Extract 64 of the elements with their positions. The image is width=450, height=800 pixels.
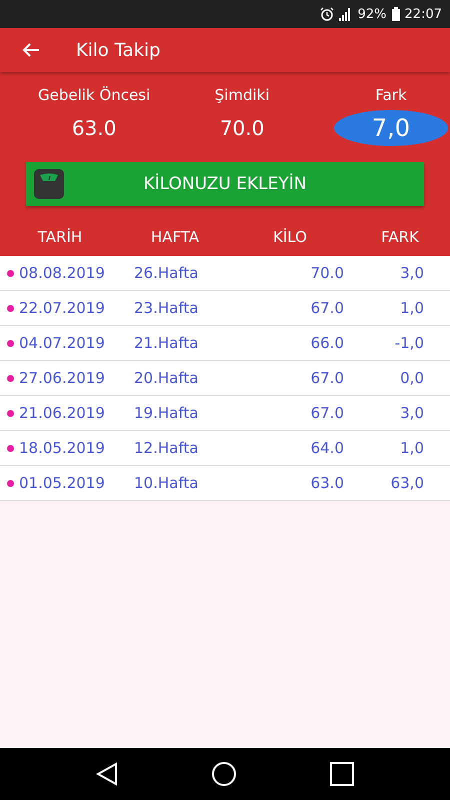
difference-cell-text: 0,0 <box>399 369 424 387</box>
week-cell-text: 19.Hafta <box>134 404 200 422</box>
difference-cell-text: 3,0 <box>399 404 424 422</box>
bullet-icon <box>7 270 14 276</box>
week-cell-text: 26.Hafta <box>134 264 200 282</box>
back-arrow-icon[interactable] <box>22 42 40 58</box>
difference-cell-text: 1,0 <box>399 439 424 457</box>
signal-icon <box>338 8 353 20</box>
battery-percent: 92% <box>358 6 387 22</box>
home-icon[interactable] <box>210 761 237 787</box>
date-cell-text: 21.06.2019 <box>19 404 106 422</box>
column-header: KİLO <box>272 228 308 246</box>
weight-row[interactable]: 08.08.2019 26.Hafta 70.0 3,0 <box>0 256 450 291</box>
date-cell-text: 01.05.2019 <box>19 474 106 492</box>
add-weight-button[interactable]: KİLONUZU EKLEYİN <box>26 162 424 206</box>
weight-row[interactable]: 18.05.2019 12.Hafta 64.0 1,0 <box>0 431 450 466</box>
weight-cell-text: 67.0 <box>310 369 344 387</box>
summary-label: Fark <box>375 86 407 104</box>
week-cell-text: 23.Hafta <box>134 299 200 317</box>
weight-cell-text: 64.0 <box>310 439 344 457</box>
week-cell-text: 10.Hafta <box>134 474 200 492</box>
scale-icon <box>34 169 64 199</box>
alarm-clock-icon <box>320 7 334 21</box>
screen-title: Kilo Takip <box>76 40 160 60</box>
bullet-icon <box>7 304 14 312</box>
bullet-icon <box>7 444 14 452</box>
column-header: HAFTA <box>150 228 200 246</box>
summary-value: 7,0 <box>334 110 448 146</box>
summary-label: Şimdiki <box>214 86 270 104</box>
bullet-icon <box>7 480 14 486</box>
week-cell-text: 20.Hafta <box>134 369 200 387</box>
summary-value: 63.0 <box>72 115 116 142</box>
week-cell-text: 12.Hafta <box>134 439 200 457</box>
weight-row[interactable]: 27.06.2019 20.Hafta 67.0 0,0 <box>0 361 450 396</box>
summary-label: Gebelik Öncesi <box>38 86 150 104</box>
bullet-icon <box>7 340 14 346</box>
weight-cell-text: 66.0 <box>310 334 344 352</box>
date-cell-text: 27.06.2019 <box>19 369 106 387</box>
weight-row[interactable]: 04.07.2019 21.Hafta 66.0 -1,0 <box>0 326 450 361</box>
bullet-icon <box>7 374 14 382</box>
weight-cell-text: 63.0 <box>310 474 344 492</box>
week-cell-text: 21.Hafta <box>134 334 200 352</box>
back-icon[interactable] <box>96 762 118 786</box>
date-cell-text: 04.07.2019 <box>19 334 106 352</box>
recents-icon[interactable] <box>330 762 354 786</box>
weight-row[interactable]: 22.07.2019 23.Hafta 67.0 1,0 <box>0 291 450 326</box>
weight-cell-text: 67.0 <box>310 299 344 317</box>
date-cell-text: 22.07.2019 <box>19 299 106 317</box>
weight-cell-text: 67.0 <box>310 404 344 422</box>
column-header: TARİH <box>36 228 84 246</box>
difference-cell-text: -1,0 <box>394 334 424 352</box>
date-cell-text: 08.08.2019 <box>19 264 106 282</box>
difference-cell-text: 1,0 <box>399 299 424 317</box>
difference-cell-text: 3,0 <box>399 264 424 282</box>
weight-cell-text: 70.0 <box>310 264 344 282</box>
column-header: FARK <box>380 228 420 246</box>
date-cell-text: 18.05.2019 <box>19 439 106 457</box>
clock-time: 22:07 <box>404 6 442 22</box>
bullet-icon <box>7 410 14 416</box>
weight-row[interactable]: 01.05.2019 10.Hafta 63.0 63,0 <box>0 466 450 501</box>
summary-value: 70.0 <box>220 115 264 142</box>
difference-cell-text: 63,0 <box>390 474 424 492</box>
weight-row[interactable]: 21.06.2019 19.Hafta 67.0 3,0 <box>0 396 450 431</box>
battery-icon <box>392 7 400 21</box>
